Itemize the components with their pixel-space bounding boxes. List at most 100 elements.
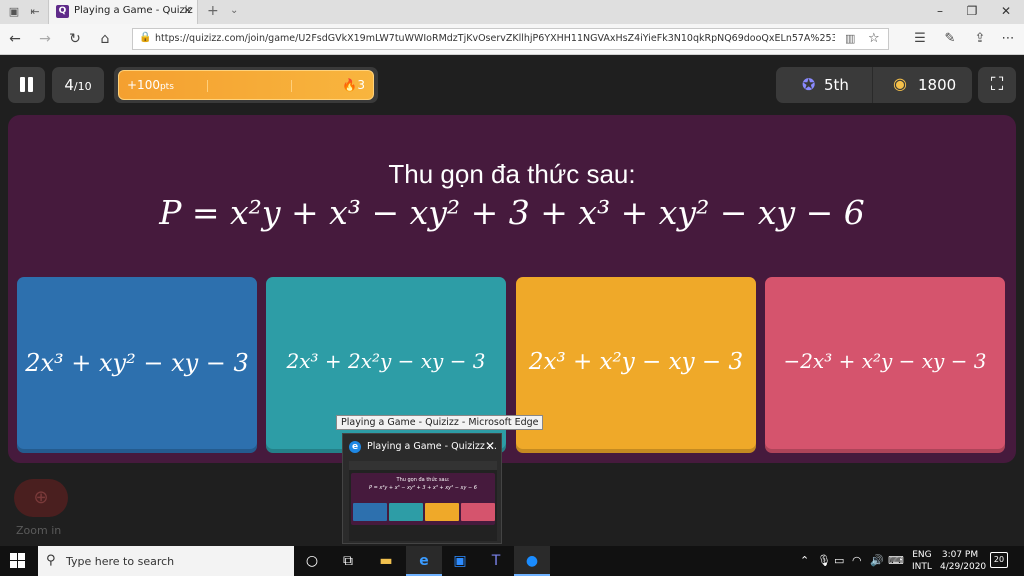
medal-icon: ✪ (802, 75, 816, 94)
points-unit: pts (159, 82, 174, 92)
set-aside-tabs-icon[interactable]: ⇤ (27, 4, 43, 20)
preview-title: Playing a Game - Quizizz ... (367, 441, 497, 452)
active-tab[interactable]: Q Playing a Game - Quiziz ✕ (48, 0, 198, 24)
question-text: Thu gọn đa thức sau: (388, 159, 636, 189)
question-counter: 4/10 (52, 67, 104, 103)
taskbar-tooltip: Playing a Game - Quizizz - Microsoft Edg… (336, 415, 544, 430)
keyboard-layout: INTL (912, 562, 932, 572)
file-explorer-icon[interactable]: ▬ (368, 546, 404, 576)
language-code: ENG (912, 550, 932, 560)
windows-taskbar: ⚲ Type here to search ○ ⧉ ▬ e ▣ T ● ⌃ 🎙 … (0, 546, 1024, 576)
thumbnail-option-3 (425, 503, 459, 521)
thumbnail-option-1 (353, 503, 387, 521)
edge-icon: e (349, 441, 361, 453)
input-language[interactable]: ENG INTL (912, 549, 932, 573)
answer-option-text: −2x³ + x²y − xy − 3 (783, 349, 987, 373)
search-icon: ⚲ (46, 553, 56, 568)
zalo-icon[interactable]: ● (514, 546, 550, 576)
quizizz-favicon-icon: Q (56, 5, 69, 18)
thumbnail-question-panel: Thu gọn đa thức sau: P = x²y + x³ − xy² … (351, 473, 495, 525)
notification-count: 20 (993, 555, 1005, 564)
streak-progress-fill: +100pts 🔥3 (118, 70, 374, 100)
points-value: +100 (127, 78, 160, 92)
taskbar-search-box[interactable]: ⚲ Type here to search (38, 546, 294, 576)
tab-title: Playing a Game - Quiziz (74, 5, 193, 16)
close-window-icon[interactable]: ✕ (996, 4, 1016, 18)
clock-time: 3:07 PM (941, 550, 979, 560)
forward-icon[interactable]: → (36, 31, 54, 47)
refresh-icon[interactable]: ↻ (66, 31, 84, 47)
answer-option-text: 2x³ + 2x²y − xy − 3 (286, 349, 486, 373)
streak-divider (207, 80, 208, 92)
question-total: /10 (73, 80, 92, 93)
thumbnail-question-text: Thu gọn đa thức sau: (396, 477, 450, 483)
question-number: 4 (64, 76, 74, 94)
lock-icon: 🔒 (139, 32, 152, 43)
share-icon[interactable]: ⇪ (970, 31, 990, 46)
search-placeholder: Type here to search (66, 555, 175, 568)
tab-preview-chevron-icon[interactable]: ⌄ (230, 5, 238, 16)
reading-view-icon[interactable]: ▥ (845, 32, 855, 45)
more-menu-icon[interactable]: ⋯ (998, 31, 1018, 46)
answer-option-text: 2x³ + x²y − xy − 3 (528, 349, 744, 375)
maximize-icon[interactable]: ❐ (962, 4, 982, 18)
zoom-in-button[interactable]: ⊕ (14, 479, 68, 517)
zoom-app-icon[interactable]: ▣ (442, 546, 478, 576)
url-text[interactable]: https://quizizz.com/join/game/U2FsdGVkX1… (155, 33, 835, 44)
zoom-in-label: Zoom in (16, 524, 62, 537)
flame-icon: 🔥 (342, 78, 358, 92)
score-value: 1800 (918, 76, 957, 94)
quiz-game-area: 4/10 +100pts 🔥3 ✪ 5th ◉ 1800 ⛶ Thu gọn đ… (0, 55, 1024, 546)
home-icon[interactable]: ⌂ (96, 31, 114, 47)
action-center-icon[interactable]: 20 (990, 552, 1008, 568)
browser-tab-bar: ▣ ⇤ Q Playing a Game - Quiziz ✕ + ⌄ – ❐ … (0, 0, 1024, 24)
thumbnail-toolbar (349, 461, 497, 470)
keyboard-icon[interactable]: ⌨ (888, 554, 904, 567)
pause-icon-bar-left (20, 77, 25, 92)
favorites-hub-icon[interactable]: ☰ (910, 31, 930, 46)
fullscreen-button[interactable]: ⛶ (978, 67, 1016, 103)
preview-thumbnail[interactable]: Thu gọn đa thức sau: P = x²y + x³ − xy² … (349, 461, 497, 541)
streak-bar: +100pts 🔥3 (114, 67, 378, 103)
zoom-in-icon: ⊕ (33, 487, 49, 508)
preview-close-icon[interactable]: ✕ (485, 439, 495, 453)
streak-divider (291, 80, 292, 92)
pause-button[interactable] (8, 67, 45, 103)
answer-option-1[interactable]: 2x³ + xy² − xy − 3 (17, 277, 257, 453)
windows-start-icon[interactable] (10, 553, 26, 569)
edge-taskbar-icon[interactable]: e (406, 546, 442, 576)
favorite-star-icon[interactable]: ☆ (868, 31, 880, 46)
system-clock[interactable]: 3:07 PM 4/29/2020 (940, 549, 987, 573)
taskbar-window-preview[interactable]: e Playing a Game - Quizizz ... ✕ Thu gọn… (342, 433, 502, 544)
address-toolbar: ← → ↻ ⌂ 🔒 https://quizizz.com/join/game/… (0, 24, 1024, 55)
streak-count: 🔥3 (342, 78, 365, 92)
minimize-icon[interactable]: – (930, 4, 950, 18)
streak-number: 3 (357, 78, 365, 92)
microphone-icon: 🎙 (817, 554, 831, 567)
back-icon[interactable]: ← (6, 31, 24, 47)
answer-option-text: 2x³ + xy² − xy − 3 (25, 349, 249, 377)
tab-close-icon[interactable]: ✕ (183, 4, 192, 17)
pause-icon-bar-right (28, 77, 33, 92)
thumbnail-option-4 (461, 503, 495, 521)
web-note-icon[interactable]: ✎ (940, 31, 960, 46)
url-field[interactable]: 🔒 https://quizizz.com/join/game/U2FsdGVk… (132, 28, 889, 50)
clock-date: 4/29/2020 (940, 562, 987, 572)
show-hidden-icons-chevron-icon[interactable]: ⌃ (800, 554, 809, 567)
task-view-icon[interactable]: ⧉ (330, 546, 366, 576)
rank-value: 5th (824, 76, 849, 94)
rank-score-box: ✪ 5th ◉ 1800 (776, 67, 972, 103)
divider (872, 67, 873, 103)
new-tab-icon[interactable]: + (207, 3, 219, 19)
answer-option-4[interactable]: −2x³ + x²y − xy − 3 (765, 277, 1005, 453)
thumbnail-option-2 (389, 503, 423, 521)
wifi-icon[interactable]: ◠ (852, 554, 862, 567)
cortana-icon[interactable]: ○ (294, 546, 330, 576)
volume-icon[interactable]: 🔊 (870, 554, 884, 567)
battery-icon[interactable]: ▭ (834, 554, 844, 567)
tab-actions-icon[interactable]: ▣ (6, 4, 22, 20)
teams-icon[interactable]: T (478, 546, 514, 576)
question-formula: P = x²y + x³ − xy² + 3 + x³ + xy² − xy −… (159, 193, 865, 232)
question-panel: Thu gọn đa thức sau: P = x²y + x³ − xy² … (8, 115, 1016, 463)
answer-option-3[interactable]: 2x³ + x²y − xy − 3 (516, 277, 756, 453)
